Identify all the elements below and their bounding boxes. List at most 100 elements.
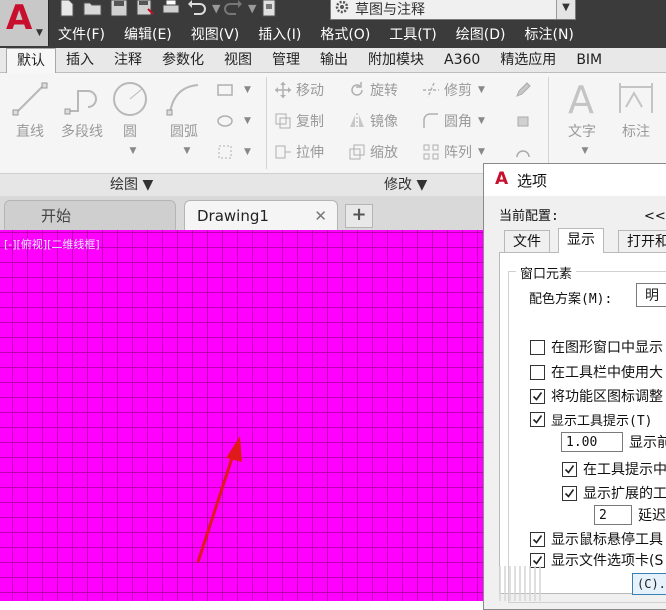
menu-file[interactable]: 文件(F) bbox=[48, 22, 114, 48]
option-row[interactable]: 显示文件选项卡(S bbox=[530, 550, 663, 570]
option-row[interactable]: 在工具栏中使用大 bbox=[530, 362, 663, 382]
mirror-label: 镜像 bbox=[370, 114, 398, 130]
menu-dimension[interactable]: 标注(N) bbox=[515, 22, 583, 48]
tab-start-label: 开始 bbox=[41, 207, 72, 225]
text-label: 文字 bbox=[568, 124, 596, 140]
menu-edit[interactable]: 编辑(E) bbox=[114, 22, 181, 48]
checkmark-icon bbox=[564, 488, 575, 498]
menu-draw[interactable]: 绘图(D) bbox=[446, 22, 515, 48]
checkbox-checked[interactable] bbox=[530, 412, 545, 427]
option-row[interactable]: 将功能区图标调整 bbox=[530, 386, 663, 406]
color-scheme-select[interactable]: 明 bbox=[636, 283, 666, 307]
mirror-button[interactable]: 镜像 bbox=[348, 110, 398, 132]
menu-view[interactable]: 视图(V) bbox=[181, 22, 249, 48]
ribbon-tab-addins[interactable]: 附加模块 bbox=[358, 48, 434, 72]
stretch-button[interactable]: 拉伸 bbox=[274, 141, 324, 163]
ribbon-tab-manage[interactable]: 管理 bbox=[262, 48, 310, 72]
new-file-icon[interactable] bbox=[56, 0, 78, 18]
ribbon-tab-annotate[interactable]: 注释 bbox=[104, 48, 152, 72]
open-folder-icon[interactable] bbox=[82, 0, 104, 18]
fillet-button[interactable]: 圆角 ▼ bbox=[422, 110, 485, 132]
ribbon-tab-home[interactable]: 默认 bbox=[6, 48, 56, 73]
drawing-canvas[interactable]: [-][俯视][二维线框] bbox=[0, 230, 490, 601]
checkmark-icon bbox=[532, 555, 543, 565]
array-button[interactable]: 阵列 ▼ bbox=[422, 141, 485, 163]
undo-dropdown-icon[interactable]: ▼ bbox=[212, 0, 220, 17]
ribbon-tab-output[interactable]: 输出 bbox=[310, 48, 358, 72]
redo-dropdown-icon[interactable]: ▼ bbox=[248, 0, 256, 17]
quick-access-toolbar: ▼ ▼ bbox=[56, 0, 280, 20]
scale-button[interactable]: 缩放 bbox=[348, 141, 398, 163]
arc-button[interactable]: 圆弧 ▼ bbox=[158, 75, 210, 157]
workspace-switcher[interactable]: 草图与注释 ▼ bbox=[330, 0, 576, 20]
option-row[interactable]: 显示扩展的工 bbox=[562, 483, 666, 503]
offset-button[interactable] bbox=[514, 141, 536, 163]
option-row[interactable]: 显示工具提示(T) bbox=[530, 410, 652, 429]
menu-insert[interactable]: 插入(I) bbox=[248, 22, 310, 48]
option-row[interactable]: 在图形窗口中显示 bbox=[530, 337, 663, 357]
checkbox-checked[interactable] bbox=[562, 485, 577, 501]
ribbon-tab-bim[interactable]: BIM bbox=[566, 48, 612, 72]
menu-format[interactable]: 格式(O) bbox=[310, 22, 379, 48]
move-button[interactable]: 移动 bbox=[274, 79, 324, 101]
plot-icon[interactable] bbox=[258, 0, 280, 18]
draw-panel-title[interactable]: 绘图 ▼ bbox=[110, 174, 153, 196]
rotate-button[interactable]: 旋转 bbox=[348, 79, 398, 101]
dimension-button[interactable]: 标注 bbox=[610, 75, 662, 141]
undo-icon[interactable] bbox=[186, 0, 208, 18]
ellipse-tool[interactable]: ▼ bbox=[216, 110, 251, 132]
polyline-button[interactable]: 多段线 bbox=[54, 75, 110, 141]
save-as-icon[interactable] bbox=[134, 0, 156, 18]
ribbon-tab-featured-apps[interactable]: 精选应用 bbox=[490, 48, 566, 72]
trim-button[interactable]: 修剪 ▼ bbox=[422, 79, 485, 101]
modify-panel-title[interactable]: 修改 ▼ bbox=[384, 174, 427, 196]
panel-divider bbox=[548, 77, 549, 169]
close-icon[interactable]: ✕ bbox=[314, 201, 327, 231]
checkbox-checked[interactable] bbox=[530, 388, 545, 404]
boundary-tool[interactable]: ▼ bbox=[216, 141, 251, 163]
ribbon-tab-parametric[interactable]: 参数化 bbox=[152, 48, 214, 72]
line-button[interactable]: 直线 bbox=[4, 75, 56, 141]
tab-start[interactable]: 开始 bbox=[4, 200, 176, 231]
ribbon-tab-a360[interactable]: A360 bbox=[434, 48, 490, 72]
color-scheme-label: 配色方案(M): bbox=[529, 292, 613, 307]
chevron-down-icon: ▼ bbox=[478, 85, 485, 95]
extended-delay-input[interactable]: 2 bbox=[594, 505, 632, 525]
checkmark-icon bbox=[532, 534, 543, 544]
tab-open-save[interactable]: 打开和 bbox=[618, 230, 666, 253]
copy-button[interactable]: 复制 bbox=[274, 110, 324, 132]
explode-button[interactable] bbox=[514, 110, 536, 132]
ribbon-tab-insert[interactable]: 插入 bbox=[56, 48, 104, 72]
dialog-title-bar[interactable]: A 选项 bbox=[484, 164, 666, 196]
add-tab-button[interactable]: + bbox=[345, 204, 373, 228]
tab-drawing1-label: Drawing1 bbox=[197, 207, 269, 225]
viewport-controls[interactable]: [-][俯视][二维线框] bbox=[4, 236, 100, 252]
tab-drawing1[interactable]: Drawing1 ✕ bbox=[184, 200, 338, 231]
option-row[interactable]: 在工具提示中 bbox=[562, 459, 666, 479]
checkbox-checked[interactable] bbox=[562, 461, 577, 477]
chevron-down-icon[interactable]: ▼ bbox=[130, 146, 137, 156]
print-icon[interactable] bbox=[160, 0, 182, 18]
redo-icon[interactable] bbox=[222, 0, 244, 18]
chevron-down-icon[interactable]: ▼ bbox=[556, 0, 575, 19]
tab-display[interactable]: 显示 bbox=[558, 228, 604, 253]
option-row[interactable]: 显示鼠标悬停工具 bbox=[530, 529, 663, 549]
dialog-button[interactable]: (C). bbox=[632, 573, 666, 595]
erase-button[interactable] bbox=[514, 79, 536, 101]
chevron-down-icon[interactable]: ▼ bbox=[184, 146, 191, 156]
checkbox[interactable] bbox=[530, 364, 545, 380]
rectangle-tool[interactable]: ▼ bbox=[216, 79, 251, 101]
tooltip-delay-label: 显示前 bbox=[629, 435, 666, 451]
tab-files[interactable]: 文件 bbox=[504, 230, 550, 253]
dimension-label: 标注 bbox=[622, 124, 650, 140]
text-button[interactable]: A 文字 ▼ bbox=[554, 75, 610, 157]
circle-button[interactable]: 圆 ▼ bbox=[104, 75, 156, 157]
ribbon-tab-view[interactable]: 视图 bbox=[214, 48, 262, 72]
chevron-down-icon[interactable]: ▼ bbox=[582, 146, 589, 156]
tooltip-delay-input[interactable]: 1.00 bbox=[561, 432, 623, 452]
checkbox-checked[interactable] bbox=[530, 531, 545, 547]
save-icon[interactable] bbox=[108, 0, 130, 18]
checkbox[interactable] bbox=[530, 339, 545, 355]
application-menu-button[interactable]: A ▼ bbox=[0, 0, 49, 46]
menu-tools[interactable]: 工具(T) bbox=[379, 22, 445, 48]
